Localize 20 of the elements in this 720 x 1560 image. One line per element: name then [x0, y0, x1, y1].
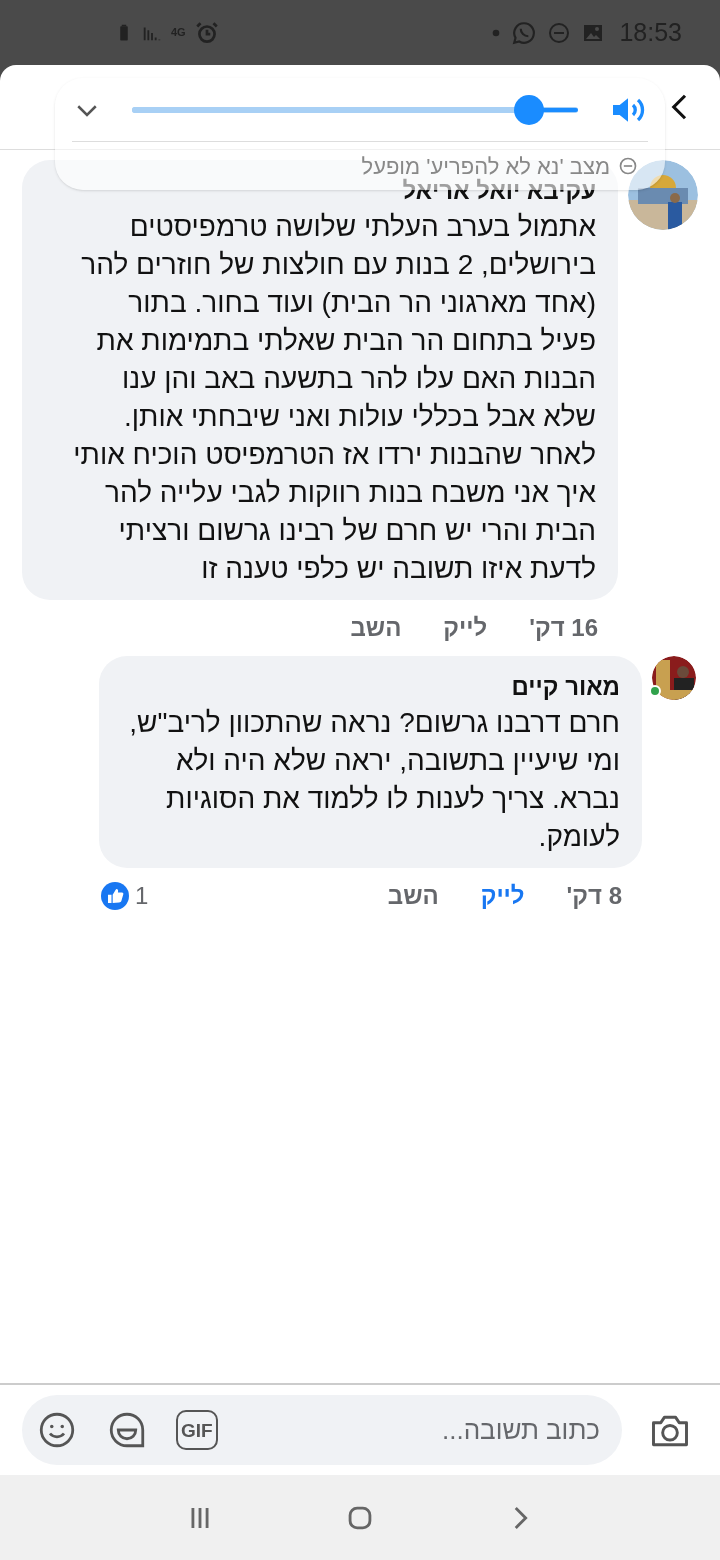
dnd-notice: מצב 'נא לא להפריע' מופעל — [361, 152, 610, 179]
comment-text: אתמול בערב העלתי שלושה טרמפיסטים בירושלים, 2 בנות עם חולצות של חוזרים להר (אחד מארגוני הר הבית) ועוד בחור. בתור פעיל בתחום הר הבית שאלתי בתמימות את הבנות האם עלו להר בתשעה באב והן ענו שלא אבל בכללי עולות ואני שיבחתי אותן. לאחר שהבנות ירדו אז הטרמפיסט הוכיח אותי איך אני משבח בנות רווקות לגבי עלייה להר הבית והרי יש חרם של רבינו גרשום ורציתי לדעת איזו תשובה יש כלפי טענה זו — [72, 210, 596, 586]
alarm-icon — [193, 19, 220, 46]
reply-link[interactable]: השב — [350, 610, 402, 646]
reply-link[interactable]: השב — [387, 878, 439, 914]
like-link[interactable]: לייק — [480, 878, 525, 914]
reaction-count: 1 — [135, 881, 149, 911]
volume-slider[interactable] — [132, 94, 578, 125]
comment-text: חרם דרבנו גרשום? נראה שהתכוון לריב"ש, ומי שיעיין בתשובה, יראה שלא היה ולא נברא. צריך לענות לו ללמוד את הסוגיות לעומק. — [128, 706, 620, 854]
minus-circle-icon — [618, 156, 638, 176]
comment-time: 16 דק' — [529, 613, 598, 643]
gif-button[interactable]: GIF — [176, 1410, 218, 1450]
minus-circle-icon — [547, 20, 572, 45]
like-link[interactable]: לייק — [443, 610, 488, 646]
chat-icon — [511, 19, 538, 46]
dot-icon — [491, 27, 502, 38]
author-name: מאור קיים — [510, 672, 620, 702]
author-name: עקיבא יואל אריאל — [401, 176, 596, 206]
thumbs-up-icon — [101, 882, 129, 910]
comment-time: 8 דק' — [566, 881, 622, 911]
